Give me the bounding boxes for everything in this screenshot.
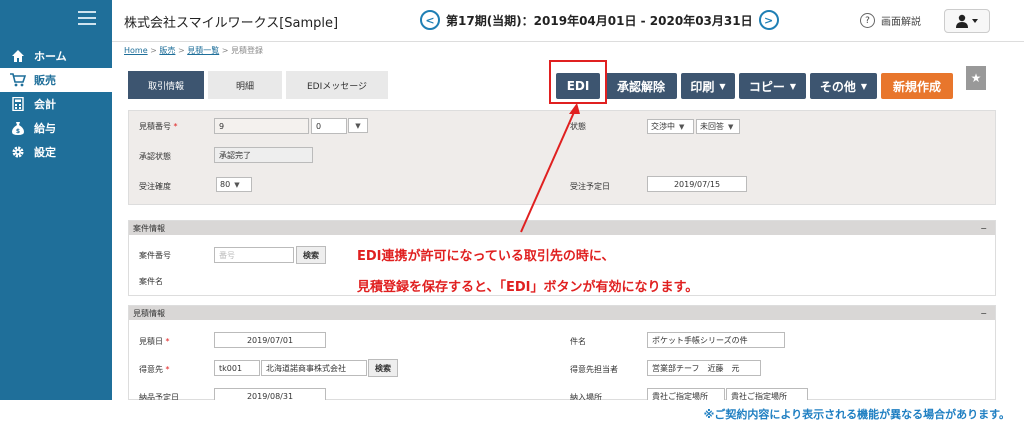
annotation-line-1: EDI連携が許可になっている取引先の時に、 <box>357 249 615 264</box>
annotation-line-2: 見積登録を保存すると、「EDI」ボタンが有効になります。 <box>357 280 699 295</box>
annotation-arrow-icon <box>520 103 580 233</box>
app-root: ホーム 販売 会計 $ 給与 設定 株式会社スマイルワークス[Sample] < <box>0 0 1024 435</box>
